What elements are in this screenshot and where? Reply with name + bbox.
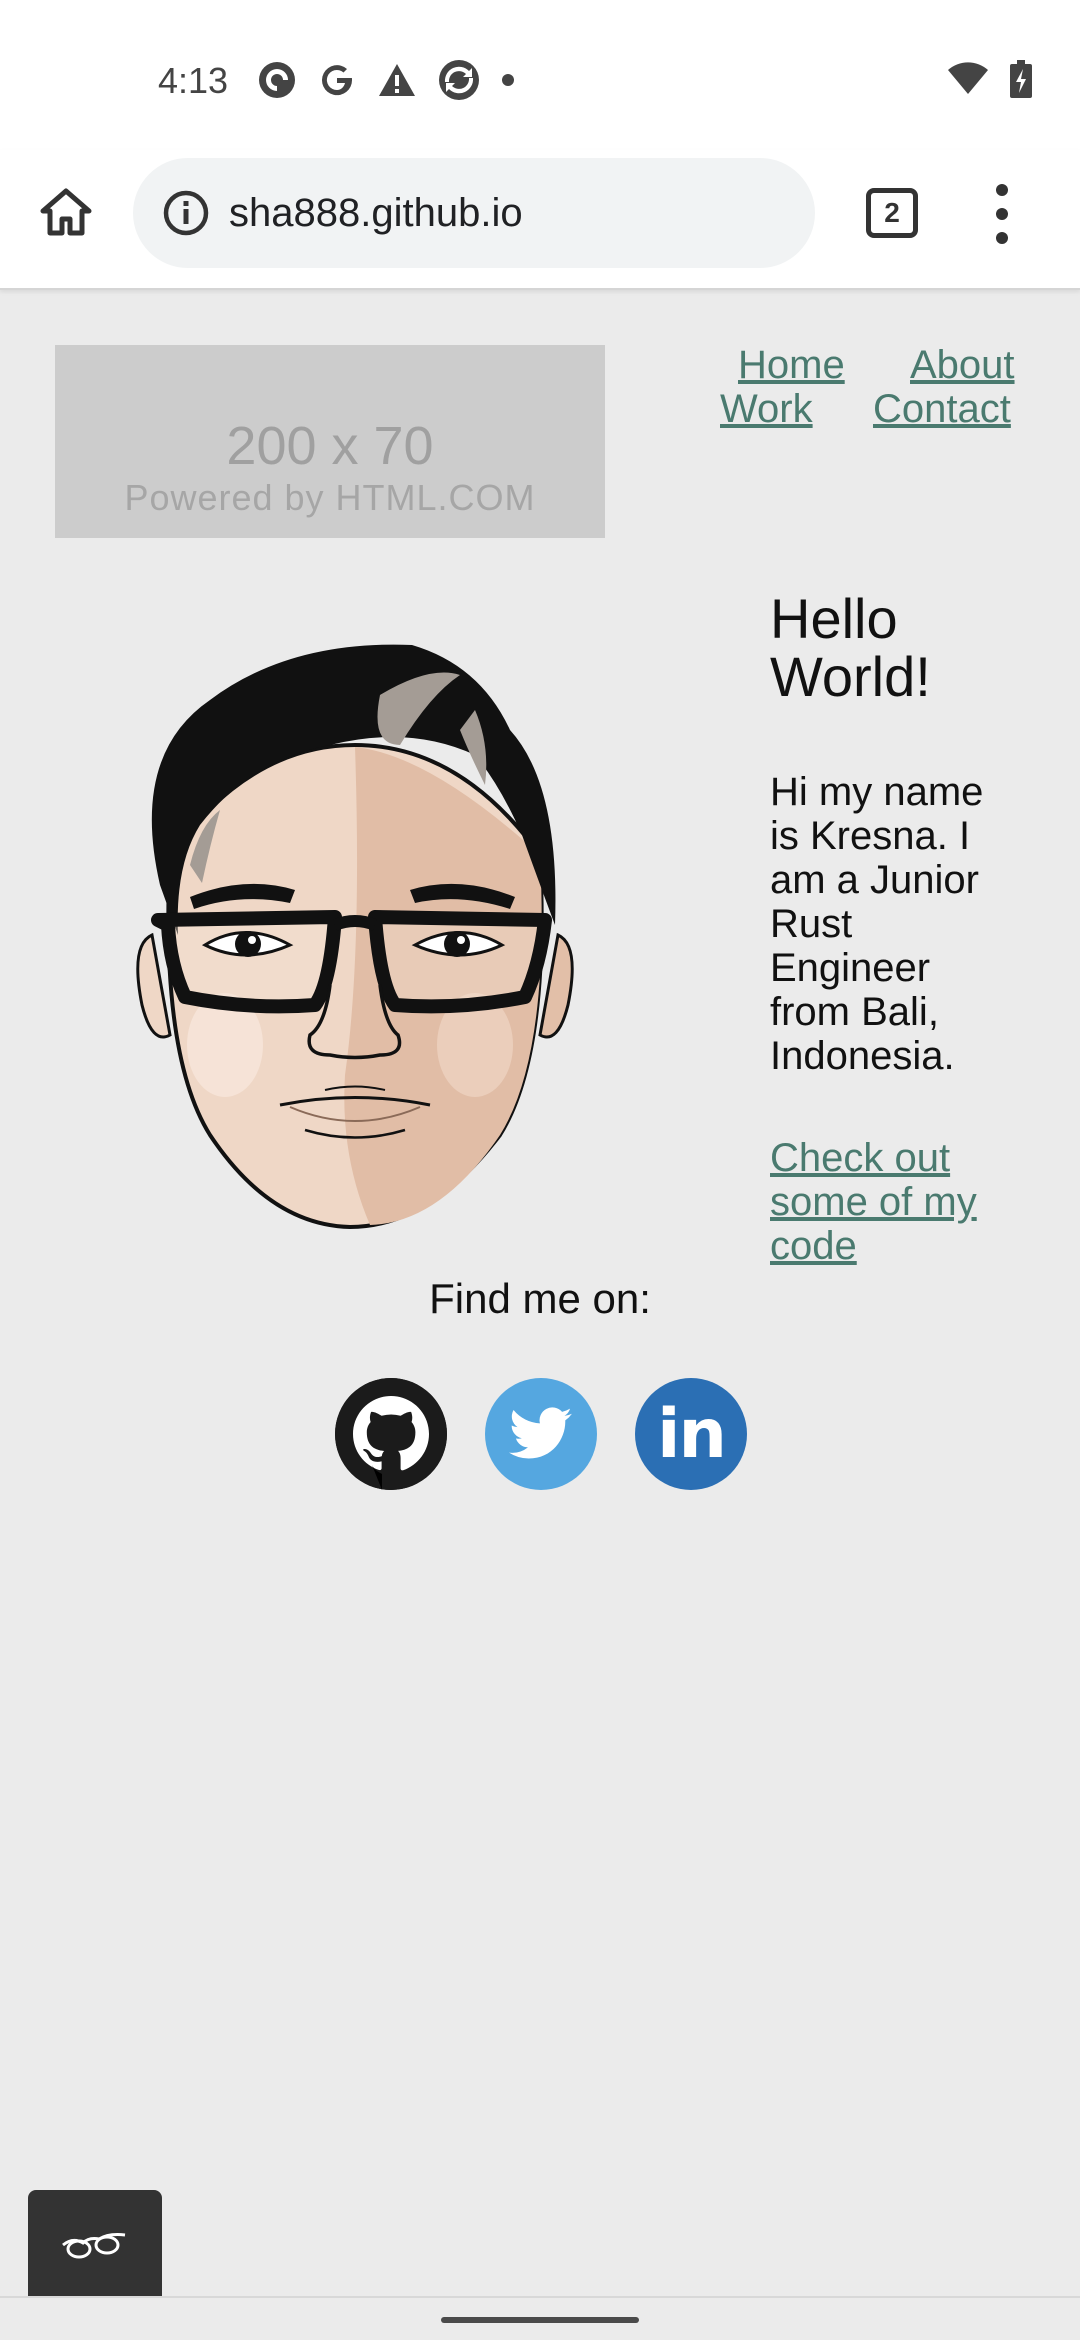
page-heading: Hello World! bbox=[770, 587, 931, 708]
linkedin-link[interactable]: in bbox=[635, 1378, 747, 1490]
status-time: 4:13 bbox=[158, 60, 229, 101]
twitter-icon bbox=[509, 1407, 572, 1459]
bio-text: Hi my name is Kresna. I am a Junior Rust… bbox=[770, 770, 984, 1078]
social-links: in bbox=[335, 1378, 747, 1490]
google-icon bbox=[317, 60, 357, 100]
github-icon bbox=[335, 1378, 447, 1490]
notification-icons bbox=[257, 58, 515, 102]
browser-toolbar: sha888.github.io 2 bbox=[0, 150, 1080, 290]
address-bar[interactable]: sha888.github.io bbox=[133, 158, 815, 268]
tab-switcher-button[interactable]: 2 bbox=[866, 188, 918, 238]
menu-dot-icon bbox=[996, 232, 1008, 244]
reader-mode-button[interactable] bbox=[28, 2190, 162, 2300]
dot-icon bbox=[501, 73, 515, 87]
intro-section: Hello World! Hi my name is Kresna. I am … bbox=[770, 587, 1020, 1269]
gesture-handle[interactable] bbox=[441, 2317, 639, 2323]
status-bar: 4:13 bbox=[0, 0, 1080, 160]
sync-icon bbox=[437, 58, 481, 102]
glasses-icon bbox=[62, 2233, 126, 2259]
overflow-menu-button[interactable] bbox=[990, 184, 1014, 244]
warning-icon bbox=[377, 60, 417, 100]
nav-link-contact[interactable]: Contact bbox=[873, 387, 1011, 432]
pocket-casts-icon bbox=[257, 60, 297, 100]
avatar-illustration bbox=[136, 644, 574, 1230]
battery-charging-icon bbox=[1010, 60, 1032, 103]
menu-dot-icon bbox=[996, 184, 1008, 196]
info-icon[interactable] bbox=[161, 188, 211, 238]
find-me-label: Find me on: bbox=[429, 1275, 651, 1322]
nav-link-work[interactable]: Work bbox=[720, 387, 813, 432]
github-link[interactable] bbox=[335, 1378, 447, 1490]
wifi-icon bbox=[948, 62, 988, 101]
url-text: sha888.github.io bbox=[229, 190, 523, 235]
code-link[interactable]: Check out some of my code bbox=[770, 1136, 1020, 1268]
nav-link-home[interactable]: Home bbox=[738, 343, 845, 388]
logo-size-text: 200 x 70 bbox=[226, 416, 434, 476]
logo-powered-text: Powered by HTML.COM bbox=[124, 477, 536, 518]
logo-placeholder-image: 200 x 70 Powered by HTML.COM bbox=[55, 345, 605, 538]
status-right-icons bbox=[948, 60, 1032, 103]
home-button[interactable] bbox=[36, 182, 96, 242]
twitter-link[interactable] bbox=[485, 1378, 597, 1490]
nav-link-about[interactable]: About bbox=[910, 343, 1015, 388]
menu-dot-icon bbox=[996, 208, 1008, 220]
linkedin-icon: in bbox=[657, 1394, 727, 1474]
home-icon bbox=[40, 188, 92, 236]
